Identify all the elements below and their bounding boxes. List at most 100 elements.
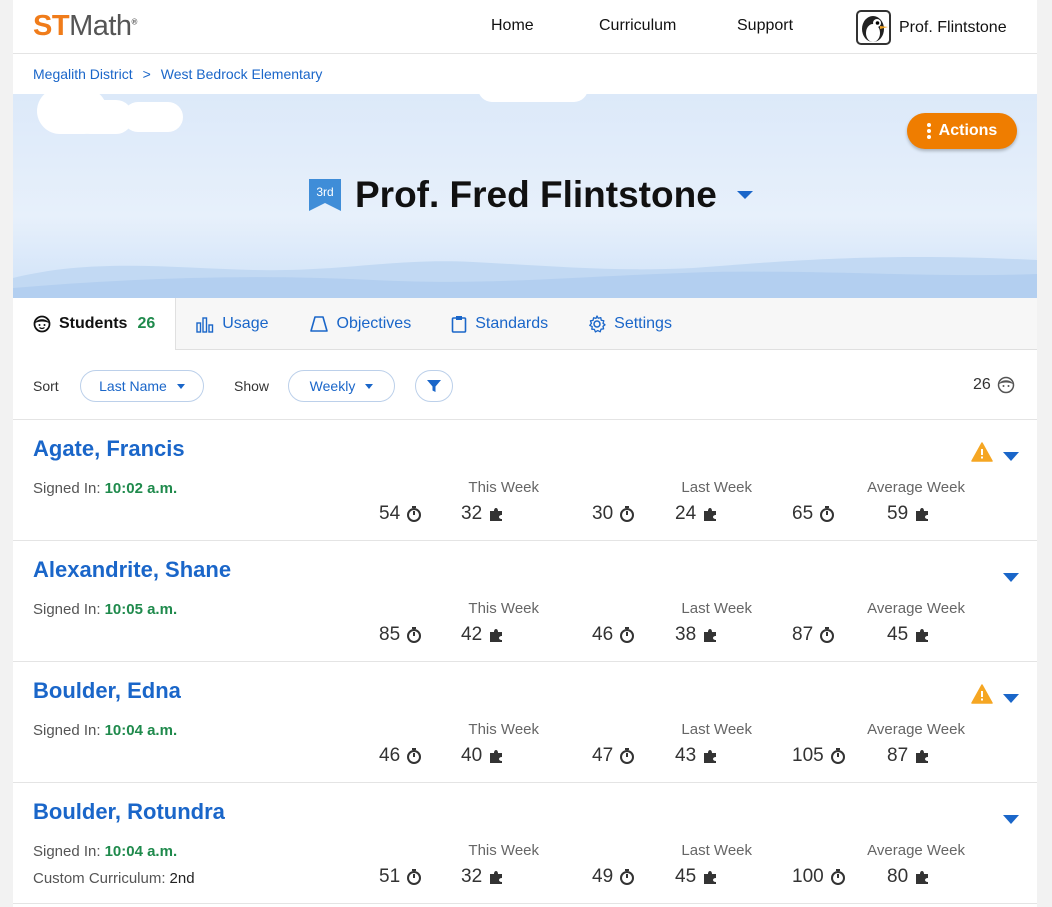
user-menu[interactable]: Prof. Flintstone [856,10,1007,45]
puzzle-icon [914,869,930,885]
puzzle-icon [488,748,504,764]
minutes-value: 30 [592,503,614,524]
minutes-value: 65 [792,503,814,524]
expand-chevron-down-icon[interactable] [1003,573,1019,582]
student-list: Agate, Francis Signed In: 10:02 a.m. This W… [13,420,1037,904]
student-name[interactable]: Boulder, Edna [33,678,181,704]
puzzles-value: 45 [887,624,909,645]
tab-settings-label: Settings [614,314,672,332]
tab-objectives[interactable]: Objectives [289,298,432,349]
timer-icon [619,505,635,523]
tab-usage-label: Usage [222,314,269,332]
puzzles-value: 87 [887,745,909,766]
puzzle-icon [702,506,718,522]
minutes-stat: 46 [592,624,635,646]
minutes-value: 46 [379,745,401,766]
nav-home-link[interactable]: Home [491,17,534,35]
student-row: Boulder, Edna Signed In: 10:04 a.m. This We… [13,662,1037,783]
puzzles-value: 59 [887,503,909,524]
student-count-value: 26 [973,376,991,393]
last-week-label: Last Week [681,721,752,738]
warning-icon[interactable] [971,684,993,704]
signed-in-time: 10:04 a.m. [104,722,178,739]
tab-standards[interactable]: Standards [431,298,568,349]
puzzles-value: 43 [675,745,697,766]
tab-usage[interactable]: Usage [176,298,288,349]
grade-badge: 3rd [309,179,341,211]
signed-in-info: Signed In: 10:04 a.m. [33,843,177,860]
breadcrumb-district[interactable]: Megalith District [33,66,133,82]
tab-students[interactable]: Students 26 [13,298,177,350]
warning-icon[interactable] [971,442,993,462]
signed-in-info: Signed In: 10:05 a.m. [33,601,177,618]
avatar [856,10,891,45]
puzzles-stat: 59 [887,503,930,525]
chevron-down-icon[interactable] [736,191,753,199]
show-dropdown[interactable]: Weekly [288,370,395,402]
puzzle-icon [914,506,930,522]
signed-in-label: Signed In: [33,601,101,618]
breadcrumb-separator: > [142,66,151,82]
timer-icon [619,868,635,886]
chevron-down-icon [176,383,185,389]
this-week-label: This Week [468,721,539,738]
filter-button[interactable] [415,370,453,402]
minutes-value: 105 [792,745,824,766]
tab-settings[interactable]: Settings [568,298,692,349]
puzzles-stat: 45 [887,624,930,646]
student-name[interactable]: Alexandrite, Shane [33,557,231,583]
minutes-stat: 54 [379,503,422,525]
minutes-stat: 51 [379,866,422,888]
student-count: 26 [973,376,1015,394]
puzzles-stat: 42 [461,624,504,646]
puzzles-value: 32 [461,866,483,887]
student-face-icon [33,315,51,333]
nav-support-link[interactable]: Support [737,17,793,35]
hero-banner: Actions 3rd Prof. Fred Flintstone [13,94,1037,298]
last-week-label: Last Week [681,479,752,496]
sort-label: Sort [33,378,59,394]
custom-curriculum-info: Custom Curriculum: 2nd [33,870,195,887]
actions-button[interactable]: Actions [907,113,1017,149]
average-week-label: Average Week [867,600,965,617]
kebab-icon [926,123,931,139]
expand-chevron-down-icon[interactable] [1003,694,1019,703]
this-week-label: This Week [468,842,539,859]
puzzles-value: 24 [675,503,697,524]
tab-students-label: Students [59,315,128,332]
logo-math: Math [69,10,132,42]
nav-curriculum-link[interactable]: Curriculum [599,17,676,35]
signed-in-time: 10:02 a.m. [104,480,178,497]
puzzles-stat: 87 [887,745,930,767]
timer-icon [819,505,835,523]
tab-students-count: 26 [137,315,156,332]
actions-label: Actions [938,122,998,139]
sort-dropdown[interactable]: Last Name [80,370,204,402]
puzzles-value: 45 [675,866,697,887]
signed-in-label: Signed In: [33,722,101,739]
show-label: Show [234,378,270,394]
minutes-value: 49 [592,866,614,887]
breadcrumb-school[interactable]: West Bedrock Elementary [161,66,323,82]
minutes-stat: 65 [792,503,835,525]
timer-icon [406,626,422,644]
st-math-logo[interactable]: STMath® [33,10,137,43]
expand-chevron-down-icon[interactable] [1003,815,1019,824]
minutes-stat: 87 [792,624,835,646]
puzzles-stat: 40 [461,745,504,767]
student-name[interactable]: Agate, Francis [33,436,185,462]
student-face-icon [997,376,1015,394]
puzzles-value: 42 [461,624,483,645]
puzzle-icon [702,627,718,643]
sort-value: Last Name [99,378,167,394]
student-name[interactable]: Boulder, Rotundra [33,799,225,825]
expand-chevron-down-icon[interactable] [1003,452,1019,461]
student-row: Agate, Francis Signed In: 10:02 a.m. This W… [13,420,1037,541]
user-name: Prof. Flintstone [899,18,1007,36]
timer-icon [830,868,846,886]
page-title: Prof. Fred Flintstone [355,174,717,215]
filter-icon [427,380,441,392]
puzzles-stat: 32 [461,866,504,888]
student-row: Alexandrite, Shane Signed In: 10:05 a.m. Th… [13,541,1037,662]
timer-icon [619,747,635,765]
